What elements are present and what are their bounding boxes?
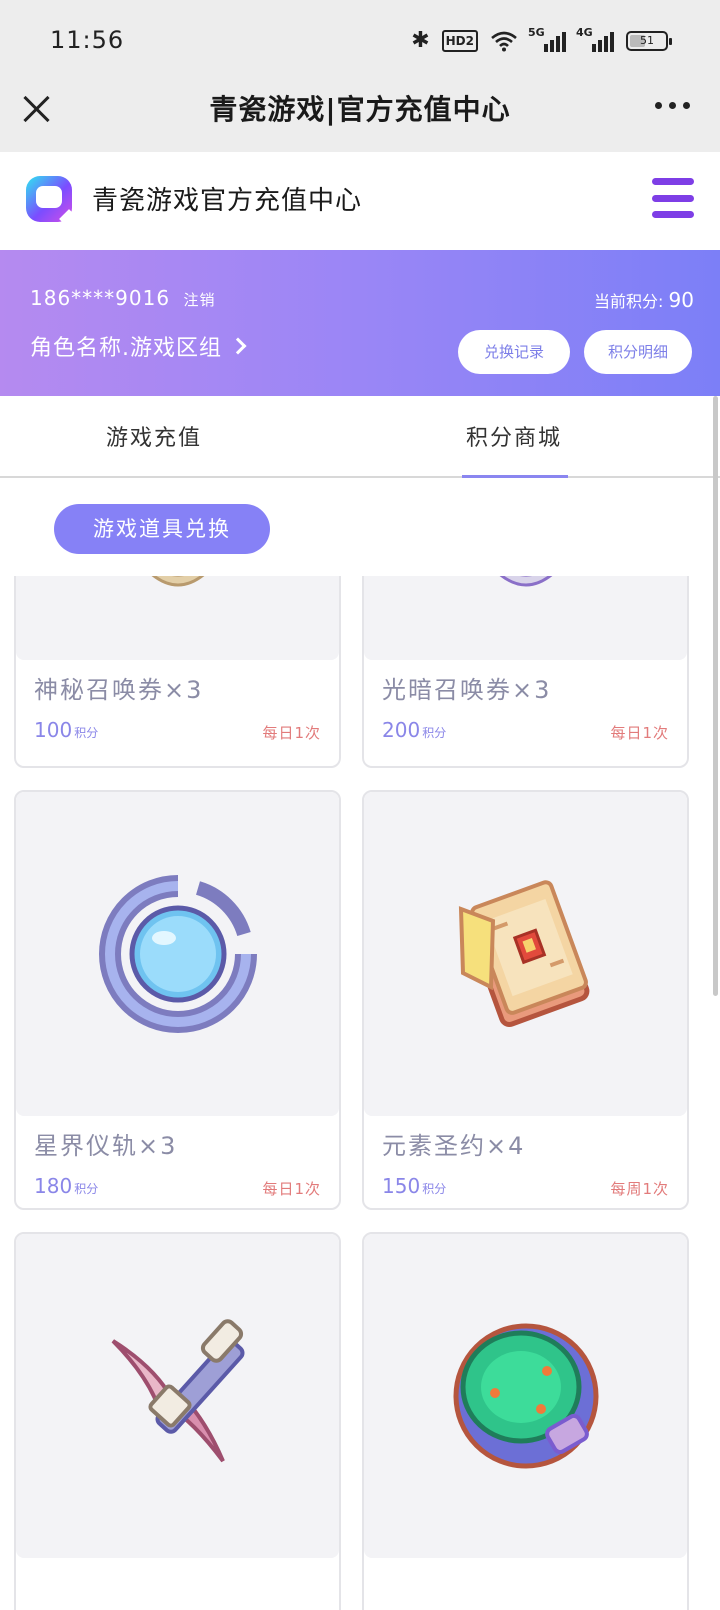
- pickaxe-icon: [111, 1319, 245, 1463]
- role-selector[interactable]: 角色名称.游戏区组: [30, 330, 247, 362]
- product-limit: 每日1次: [610, 724, 669, 742]
- product-card[interactable]: [362, 1232, 689, 1610]
- account-phone-number: 186****9016: [30, 286, 171, 310]
- brand-logo[interactable]: [26, 176, 72, 222]
- account-banner: 186****9016 注销 角色名称.游戏区组 当前积分: 90 兑换记录 积…: [0, 250, 720, 396]
- product-limit: 每日1次: [262, 724, 321, 742]
- product-card[interactable]: 神秘召唤券×3 100 积分 每日1次: [14, 576, 341, 768]
- product-price: 150 积分: [382, 1174, 447, 1198]
- product-limit: 每日1次: [262, 1180, 321, 1198]
- role-label: 角色名称.游戏区组: [30, 336, 222, 361]
- logout-link[interactable]: 注销: [183, 291, 215, 309]
- battery-level: 51: [640, 34, 654, 47]
- points-value: 90: [668, 288, 694, 312]
- green-gem-badge-icon: [453, 1323, 598, 1469]
- battery-icon: 51: [626, 30, 672, 51]
- exchange-history-button[interactable]: 兑换记录: [458, 330, 570, 374]
- page-title: 青瓷游戏|官方充值中心: [209, 93, 511, 126]
- points-display: 当前积分: 90: [594, 288, 694, 312]
- product-card[interactable]: 元素圣约×4 150 积分 每周1次: [362, 790, 689, 1210]
- status-time: 11:56: [50, 26, 125, 54]
- product-card[interactable]: [14, 1232, 341, 1610]
- bluetooth-icon: ✱: [411, 28, 430, 53]
- more-options-icon[interactable]: [655, 102, 690, 109]
- category-bar: 游戏道具兑换: [0, 480, 720, 576]
- signal-4g-icon: 4G: [576, 26, 614, 52]
- hd-voice-icon: HD2: [441, 29, 478, 52]
- status-icons: ✱ HD2 5G 4G 51: [411, 26, 672, 53]
- site-header: 青瓷游戏官方充值中心: [0, 152, 720, 250]
- product-price: 200 积分: [382, 718, 447, 742]
- product-limit: 每周1次: [610, 1180, 669, 1198]
- category-game-items[interactable]: 游戏道具兑换: [54, 504, 270, 554]
- astral-orb-icon: [98, 875, 257, 1033]
- account-phone: 186****9016 注销: [30, 286, 215, 310]
- scrollbar[interactable]: [713, 396, 718, 996]
- points-detail-button[interactable]: 积分明细: [584, 330, 692, 374]
- product-image: [16, 1234, 339, 1558]
- site-title: 青瓷游戏官方充值中心: [92, 186, 363, 216]
- tab-points-mall[interactable]: 积分商城: [466, 420, 562, 452]
- product-image: [364, 792, 687, 1116]
- product-image: [16, 792, 339, 1116]
- active-tab-indicator: [462, 475, 568, 478]
- product-image: [364, 1234, 687, 1558]
- product-image: [16, 576, 339, 660]
- chevron-right-icon: [229, 337, 247, 355]
- elemental-book-icon: [458, 880, 589, 1027]
- product-name: 光暗召唤券×3: [382, 676, 552, 704]
- product-image: [364, 576, 687, 660]
- signal-5g-icon: 5G: [528, 26, 566, 52]
- product-price: 180 积分: [34, 1174, 99, 1198]
- status-bar: 11:56 ✱ HD2 5G 4G 51: [0, 0, 720, 78]
- product-name: 元素圣约×4: [382, 1132, 526, 1160]
- points-label: 当前积分:: [594, 292, 664, 311]
- product-name: 神秘召唤券×3: [34, 676, 204, 704]
- product-name: 星界仪轨×3: [34, 1132, 178, 1160]
- product-grid[interactable]: 神秘召唤券×3 100 积分 每日1次 光暗召唤券×3 200 积分 每日1次 星: [0, 576, 720, 1610]
- browser-title-bar: 青瓷游戏|官方充值中心: [0, 78, 720, 152]
- main-tabs: 游戏充值 积分商城: [0, 396, 720, 478]
- light-dark-summon-ticket-icon: [499, 576, 552, 587]
- product-card[interactable]: 星界仪轨×3 180 积分 每日1次: [14, 790, 341, 1210]
- wifi-icon: [490, 30, 518, 52]
- product-card[interactable]: 光暗召唤券×3 200 积分 每日1次: [362, 576, 689, 768]
- mystery-summon-ticket-icon: [151, 576, 204, 587]
- tab-game-recharge[interactable]: 游戏充值: [106, 420, 202, 452]
- hamburger-menu-icon[interactable]: [652, 178, 694, 218]
- product-price: 100 积分: [34, 718, 99, 742]
